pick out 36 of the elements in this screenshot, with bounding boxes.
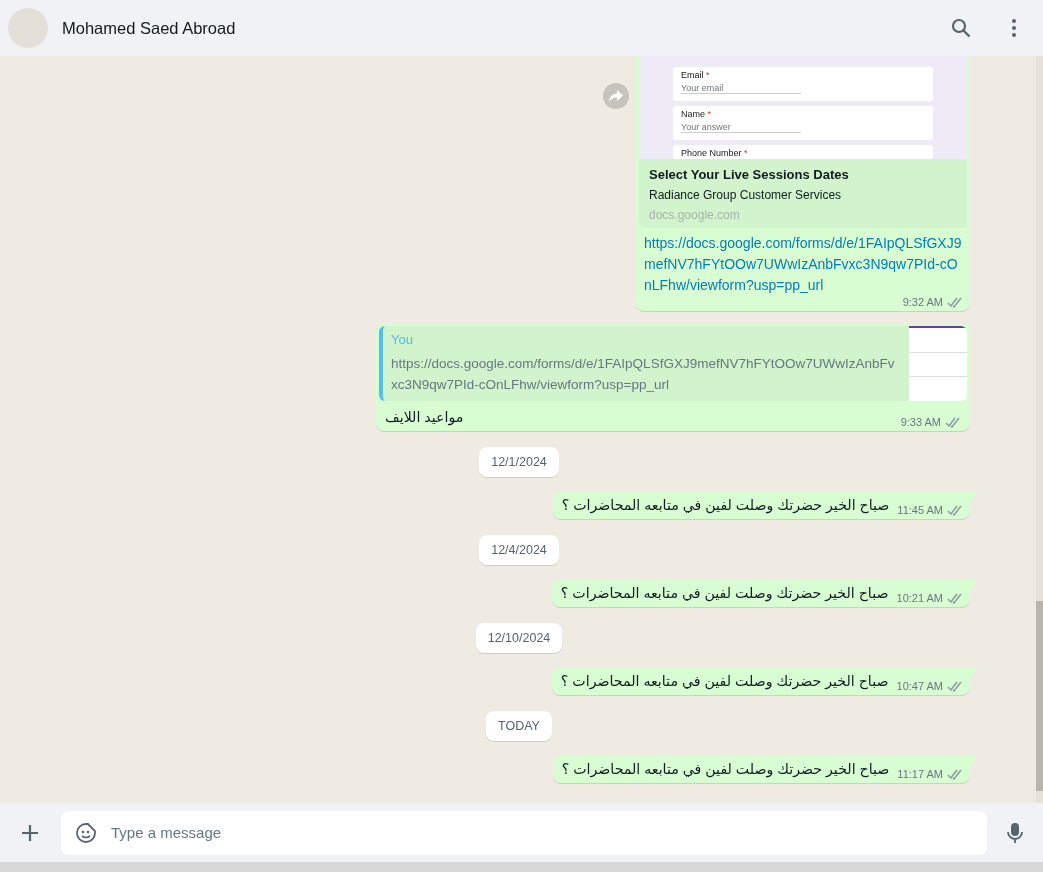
message-text: صباح الخير حضرتك وصلت لفين في متابعه المحاضرات ؟: [560, 673, 889, 689]
message-time: 10:21 AM: [896, 592, 943, 604]
form-field-label: Phone Number *: [681, 148, 749, 158]
quote-text: https://docs.google.com/forms/d/e/1FAIpQLSfGXJ9mefNV7hFYtOOw7UWwIzAnbFvxc3N9qw7PId-cOnLFhw/viewform?usp=pp_url: [391, 355, 896, 394]
quote-author: You: [391, 332, 414, 347]
search-icon[interactable]: [951, 18, 971, 38]
message-time: 9:32 AM: [902, 296, 943, 308]
preview-domain: docs.google.com: [649, 208, 741, 222]
date-label: TODAY: [486, 711, 552, 741]
scrollbar[interactable]: [1036, 56, 1043, 803]
answer-field[interactable]: Your answer: [681, 122, 801, 133]
preview-description: Radiance Group Customer Services: [649, 188, 843, 202]
message-time: 11:45 AM: [897, 504, 943, 516]
message-text: صباح الخير حضرتك وصلت لفين في متابعه المحاضرات ؟: [561, 761, 890, 777]
message-text: صباح الخير حضرتك وصلت لفين في متابعه المحاضرات ؟: [561, 497, 890, 513]
message-time: 9:33 AM: [900, 416, 941, 428]
form-field-label: Email *: [681, 70, 711, 80]
answer-field[interactable]: Your email: [681, 83, 801, 94]
link-text[interactable]: https://docs.google.com/forms/d/e/1FAIpQLSfGXJ9mefNV7hFYtOOw7UWwIzAnbFvxc3N9qw7PId-cOnLFhw/viewform?usp=pp_url: [644, 233, 963, 296]
quoted-message[interactable]: You https://docs.google.com/forms/d/e/1FAIpQLSfGXJ9mefNV7hFYtOOw7UWwIzAnbFvxc3N9qw7PId-cOnLFhw/viewform?usp=pp_url: [379, 326, 967, 401]
message-time: 10:47 AM: [896, 680, 943, 692]
plus-icon[interactable]: [20, 822, 40, 843]
message-text: صباح الخير حضرتك وصلت لفين في متابعه المحاضرات ؟: [560, 585, 889, 601]
date-label: 12/1/2024: [479, 447, 559, 477]
sticker-icon[interactable]: [75, 821, 97, 844]
microphone-icon[interactable]: [1007, 821, 1023, 844]
preview-title: Select Your Live Sessions Dates: [649, 167, 850, 182]
menu-icon[interactable]: [1011, 18, 1017, 38]
contact-name[interactable]: Mohamed Saed Abroad: [62, 18, 923, 38]
message-input[interactable]: Type a message: [61, 810, 987, 855]
link-preview[interactable]: Select Your Live Sessions Dates Radiance Group Customer Services docs.google.com: [639, 159, 967, 228]
message-text: مواعيد اللايف: [385, 409, 464, 425]
message-time: 11:17 AM: [897, 768, 943, 780]
date-label: 12/10/2024: [475, 623, 563, 653]
form-field-label: Name *: [681, 109, 713, 119]
date-label: 12/4/2024: [479, 535, 559, 565]
